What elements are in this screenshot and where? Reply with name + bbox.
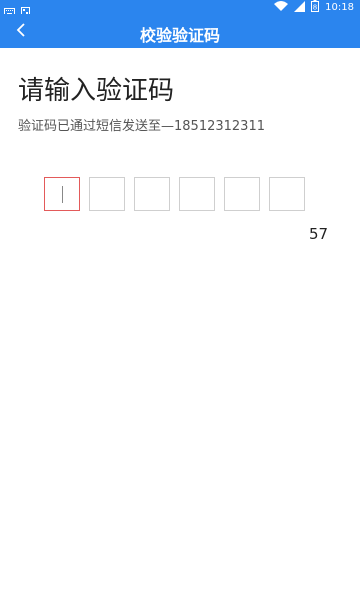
sms-sent-notice: 验证码已通过短信发送至—18512312311 [18, 119, 265, 134]
svg-text:8: 8 [313, 4, 317, 12]
code-digit-box-4[interactable] [179, 177, 215, 211]
wifi-icon [274, 0, 289, 15]
page-title: 校验验证码 [139, 26, 220, 45]
status-bar: 8 10:18 [0, 0, 360, 16]
verification-heading: 请输入验证码 [18, 76, 175, 106]
text-cursor [62, 186, 63, 203]
code-digit-box-2[interactable] [89, 177, 125, 211]
resend-countdown: 57 [309, 225, 329, 243]
code-digit-box-6[interactable] [269, 177, 305, 211]
signal-icon [294, 0, 306, 15]
battery-icon: 8 [311, 0, 320, 15]
verification-code-input[interactable] [44, 177, 305, 211]
code-digit-box-1[interactable] [44, 177, 80, 211]
code-digit-box-5[interactable] [224, 177, 260, 211]
code-digit-box-3[interactable] [134, 177, 170, 211]
app-bar: 校验验证码 [0, 14, 360, 48]
status-time: 10:18 [325, 2, 354, 13]
